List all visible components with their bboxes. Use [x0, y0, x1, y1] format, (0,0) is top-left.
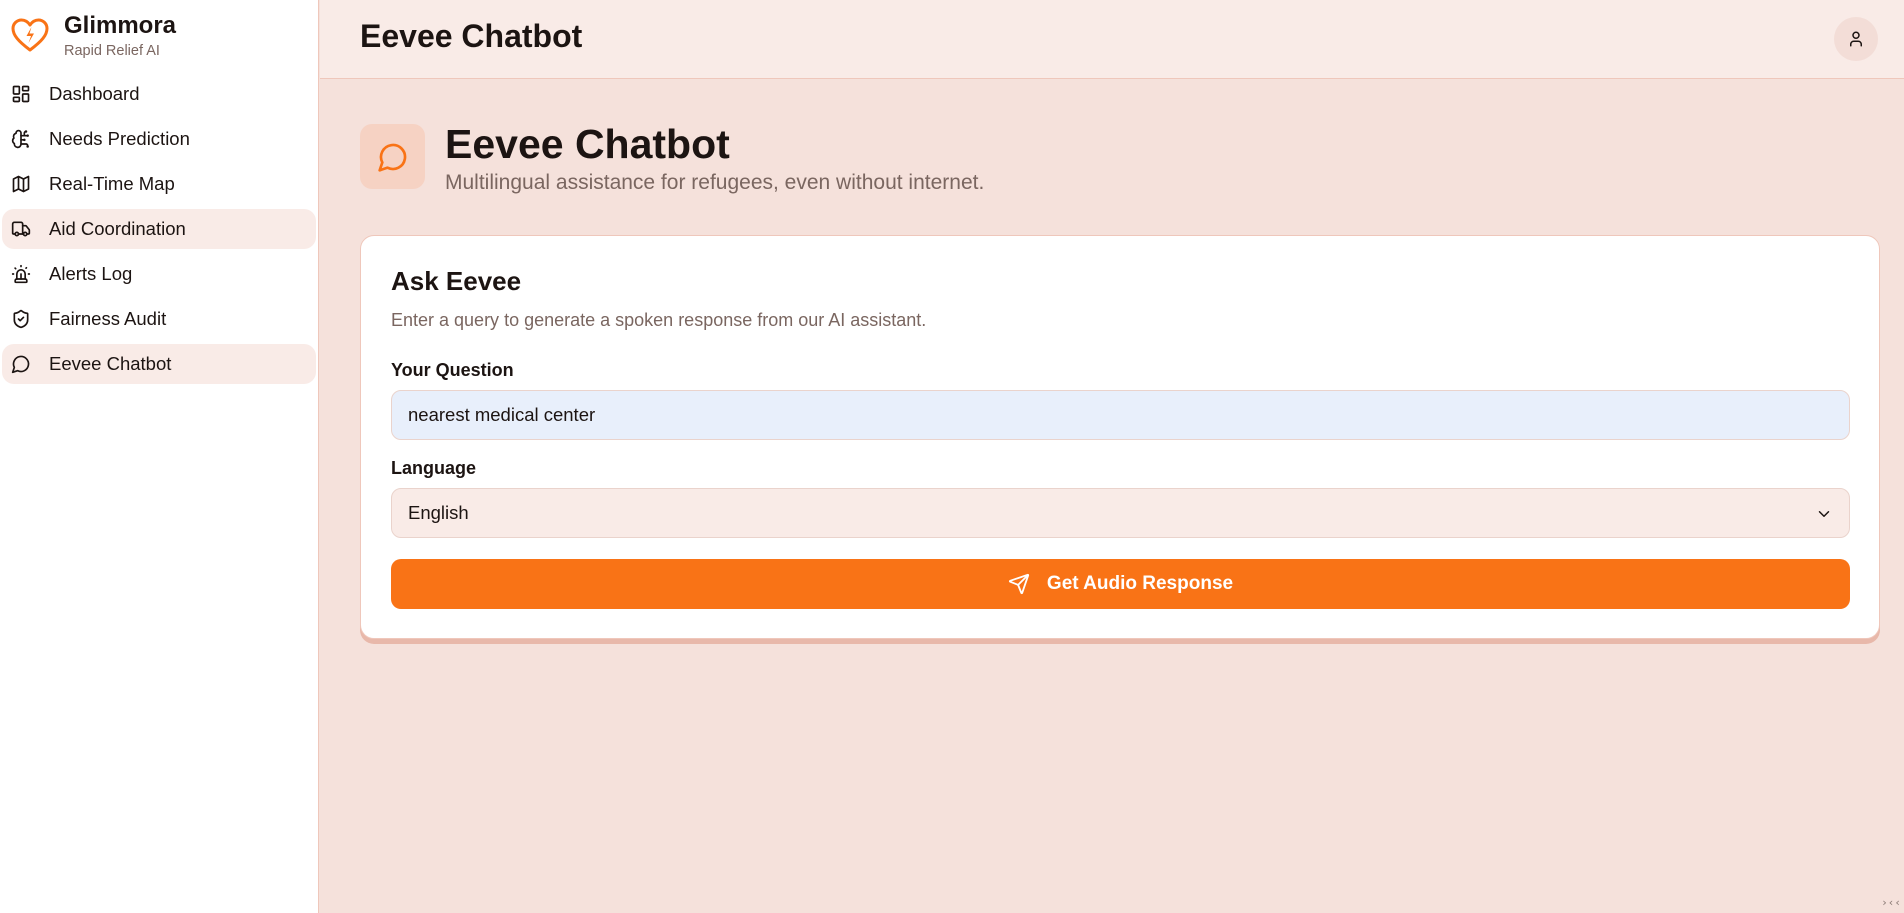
sidebar-item-real-time-map[interactable]: Real-Time Map	[2, 164, 316, 204]
question-input[interactable]	[391, 390, 1850, 440]
sidebar-item-eevee-chatbot[interactable]: Eevee Chatbot	[2, 344, 316, 384]
sidebar-item-label: Eevee Chatbot	[49, 353, 172, 374]
chevron-down-icon	[1815, 505, 1833, 523]
truck-icon	[11, 219, 31, 239]
user-icon	[1847, 30, 1865, 48]
sidebar-item-alerts-log[interactable]: Alerts Log	[2, 254, 316, 294]
message-circle-icon	[360, 124, 425, 189]
brain-icon	[11, 129, 31, 149]
page-header: Eevee Chatbot Multilingual assistance fo…	[360, 121, 985, 195]
sidebar-item-label: Aid Coordination	[49, 218, 186, 239]
page-title: Eevee Chatbot	[445, 121, 730, 167]
brand-tagline: Rapid Relief AI	[64, 43, 160, 59]
message-circle-icon	[11, 354, 31, 374]
siren-icon	[11, 264, 31, 284]
ask-eevee-card: Ask Eevee Enter a query to generate a sp…	[360, 235, 1880, 639]
sidebar-nav: Dashboard Needs Prediction Real-Time Map…	[0, 74, 318, 384]
heart-bolt-icon	[10, 16, 50, 56]
map-icon	[11, 174, 31, 194]
brand-name: Glimmora	[64, 12, 177, 39]
question-label: Your Question	[391, 360, 514, 380]
sidebar-item-dashboard[interactable]: Dashboard	[2, 74, 316, 114]
dashboard-icon	[11, 84, 31, 104]
sidebar-item-label: Dashboard	[49, 83, 140, 104]
topbar-title: Eevee Chatbot	[360, 18, 583, 54]
sidebar-item-label: Needs Prediction	[49, 128, 190, 149]
sidebar-item-aid-coordination[interactable]: Aid Coordination	[2, 209, 316, 249]
sidebar: Glimmora Rapid Relief AI Dashboard Needs…	[0, 0, 319, 913]
corner-mark: ›‹‹	[1881, 895, 1901, 909]
language-select[interactable]: English	[391, 488, 1850, 538]
user-menu-button[interactable]	[1834, 17, 1878, 61]
send-icon	[1008, 573, 1030, 595]
get-audio-response-button[interactable]: Get Audio Response	[391, 559, 1850, 609]
topbar: Eevee Chatbot	[320, 0, 1904, 79]
sidebar-item-label: Real-Time Map	[49, 173, 175, 194]
sidebar-item-label: Alerts Log	[49, 263, 133, 284]
card-description: Enter a query to generate a spoken respo…	[391, 310, 927, 330]
brand[interactable]: Glimmora Rapid Relief AI	[0, 0, 318, 74]
submit-button-label: Get Audio Response	[1046, 573, 1234, 594]
language-selected-value: English	[408, 502, 469, 523]
shield-check-icon	[11, 309, 31, 329]
card-title: Ask Eevee	[391, 266, 522, 296]
sidebar-item-label: Fairness Audit	[49, 308, 167, 329]
page-subtitle: Multilingual assistance for refugees, ev…	[445, 171, 985, 194]
sidebar-item-fairness-audit[interactable]: Fairness Audit	[2, 299, 316, 339]
language-label: Language	[391, 458, 477, 478]
sidebar-item-needs-prediction[interactable]: Needs Prediction	[2, 119, 316, 159]
